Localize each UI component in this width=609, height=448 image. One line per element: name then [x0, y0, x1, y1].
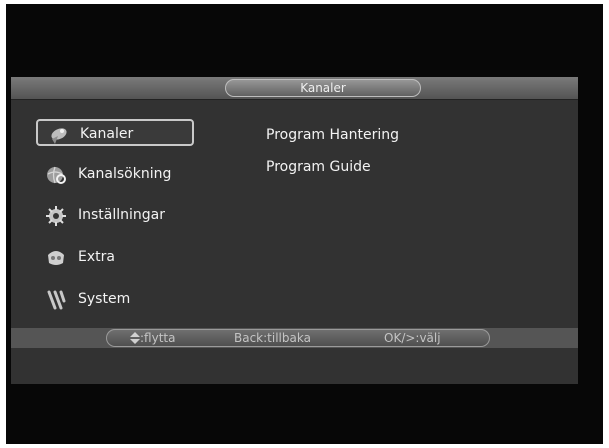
help-bar: :flytta Back:tillbaka OK/>:välj — [11, 328, 578, 348]
menu-title: Kanaler — [225, 79, 421, 97]
game-controller-icon — [48, 251, 64, 265]
tools-icon — [47, 290, 66, 310]
main-menu-panel: Kanaler Kanaler Kanalsökning Inställning… — [11, 77, 578, 384]
menu-title-bar: Kanaler — [11, 77, 578, 100]
help-pill: :flytta Back:tillbaka OK/>:välj — [106, 329, 490, 347]
help-back-label: Back:tillbaka — [234, 331, 311, 345]
menu-item-label: Inställningar — [78, 207, 166, 223]
menu-item-label: Kanaler — [80, 126, 134, 142]
tv-screen: Kanaler Kanaler Kanalsökning Inställning… — [6, 4, 603, 444]
satellite-dish-icon — [51, 128, 67, 144]
menu-item-extra[interactable]: Extra — [36, 244, 194, 271]
menu-item-label: Extra — [78, 249, 115, 265]
submenu-program-hantering[interactable]: Program Hantering — [266, 127, 399, 143]
help-ok-label: OK/>:välj — [384, 331, 441, 345]
help-move-label: :flytta — [140, 331, 176, 345]
menu-item-installningar[interactable]: Inställningar — [36, 202, 194, 229]
submenu-program-guide[interactable]: Program Guide — [266, 159, 371, 175]
menu-item-system[interactable]: System — [36, 286, 194, 313]
menu-item-kanaler[interactable]: Kanaler — [36, 119, 194, 146]
globe-search-icon — [47, 166, 66, 184]
up-down-arrows-icon — [130, 332, 140, 344]
menu-item-kanalsokning[interactable]: Kanalsökning — [36, 161, 194, 188]
menu-item-label: System — [78, 291, 131, 307]
gear-settings-icon — [46, 206, 66, 226]
menu-item-label: Kanalsökning — [78, 166, 172, 182]
